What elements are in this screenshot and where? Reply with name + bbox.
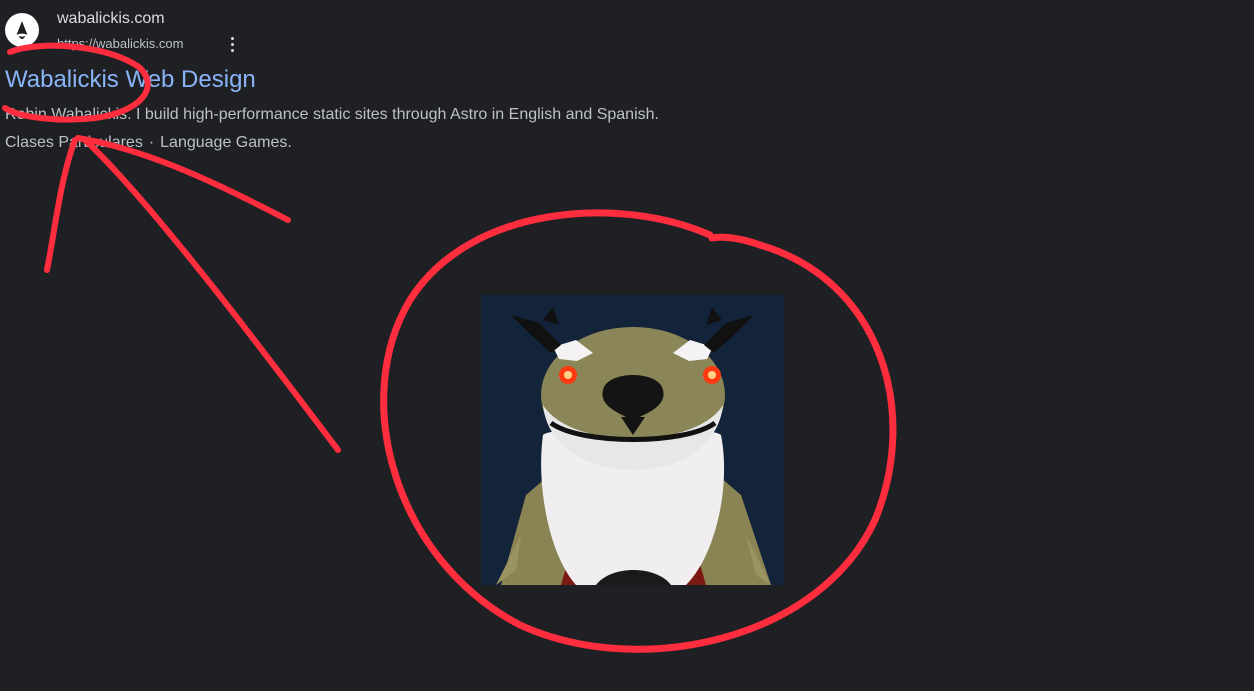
more-vert-icon[interactable] bbox=[223, 34, 241, 54]
sitelink-clases-particulares[interactable]: Clases Particulares bbox=[5, 134, 143, 151]
result-snippet: Robin Wabalickis. I build high-performan… bbox=[5, 106, 659, 123]
result-sitelinks: Clases Particulares · Language Games. bbox=[5, 134, 292, 152]
3d-avatar-creature-icon bbox=[481, 295, 784, 585]
search-results-page: wabalickis.com https://wabalickis.com Wa… bbox=[0, 0, 1254, 691]
avatar-thumbnail-image bbox=[481, 295, 784, 585]
sitelink-separator: · bbox=[148, 134, 155, 151]
site-url: https://wabalickis.com bbox=[57, 36, 184, 51]
result-title-link[interactable]: Wabalickis Web Design bbox=[5, 66, 256, 94]
site-name: wabalickis.com bbox=[57, 10, 165, 27]
result-site-row[interactable]: wabalickis.com https://wabalickis.com bbox=[5, 6, 405, 54]
astro-logo-icon bbox=[5, 13, 39, 47]
sitelink-language-games[interactable]: Language Games. bbox=[160, 134, 292, 151]
